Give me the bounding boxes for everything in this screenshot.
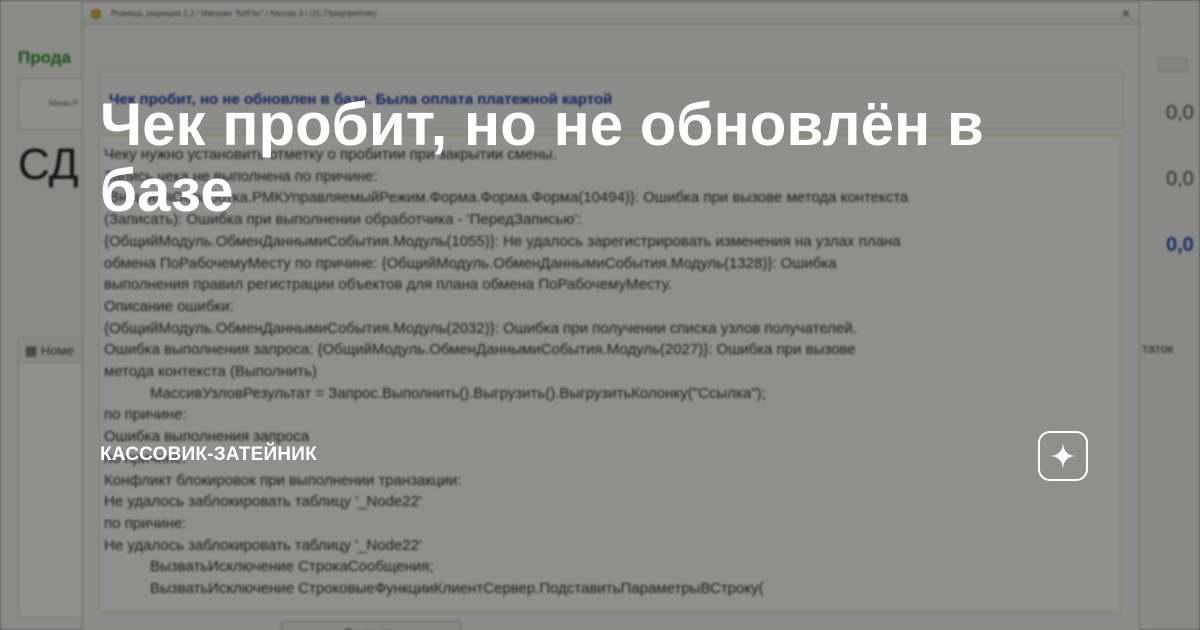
article-title: Чек пробит, но не обновлён в базе [100,91,984,224]
zen-star-icon[interactable] [1038,431,1088,481]
channel-name[interactable]: КАССОВИК-ЗАТЕЙНИК [100,444,317,466]
zen-star-glyph [1049,442,1077,470]
